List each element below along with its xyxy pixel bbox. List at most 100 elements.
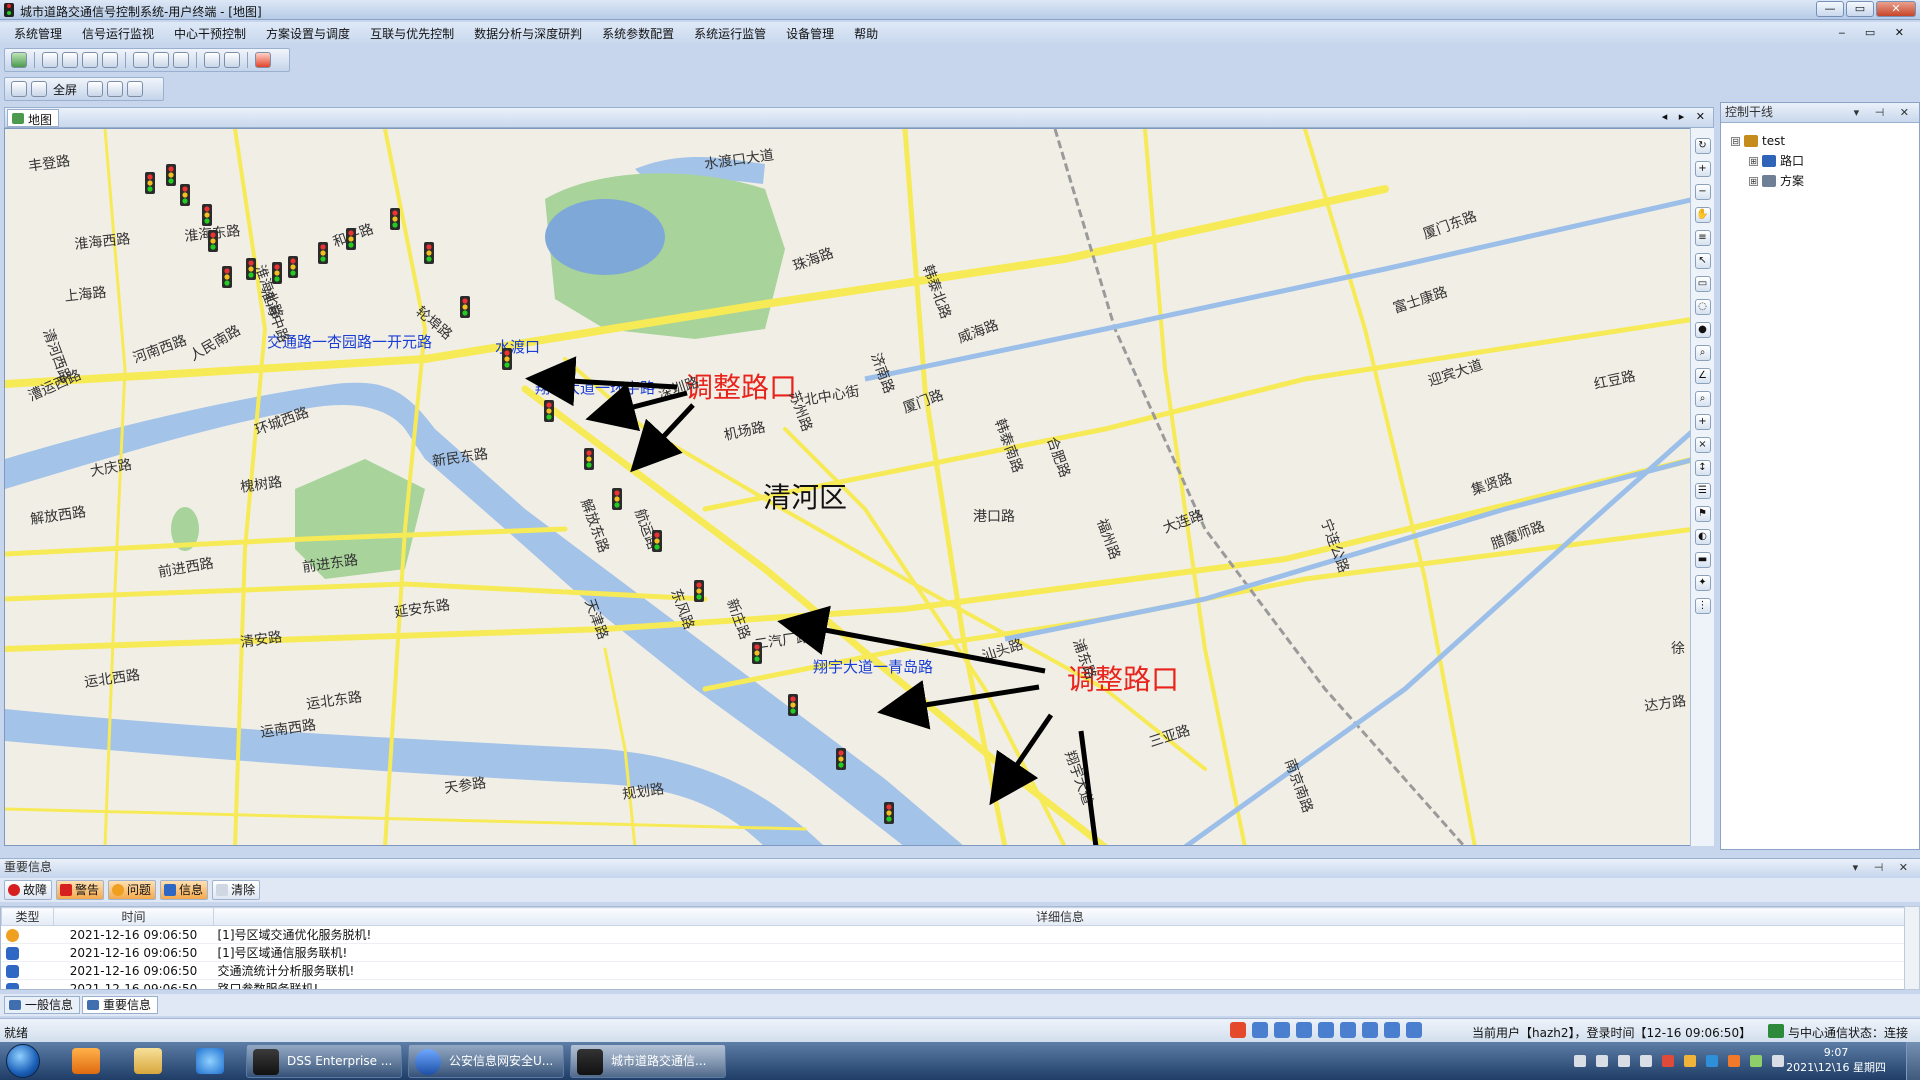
show-desktop-button[interactable] bbox=[1906, 1042, 1920, 1080]
expand-icon[interactable]: ⊞ bbox=[1749, 176, 1758, 186]
tile-icon[interactable] bbox=[87, 81, 104, 97]
traffic-signal-icon[interactable] bbox=[208, 230, 218, 252]
traffic-signal-icon[interactable] bbox=[246, 258, 256, 280]
filter-fault-button[interactable]: 故障 bbox=[4, 880, 53, 900]
monitor-icon[interactable] bbox=[224, 52, 240, 68]
menu-signal-monitor[interactable]: 信号运行监视 bbox=[80, 24, 156, 43]
traffic-light-tool-icon[interactable]: ⋮ bbox=[1694, 598, 1711, 614]
flag-icon[interactable]: ⚑ bbox=[1694, 506, 1711, 522]
menu-system-params[interactable]: 系统参数配置 bbox=[600, 24, 676, 43]
column-time[interactable]: 时间 bbox=[53, 907, 214, 926]
menu-data-analysis[interactable]: 数据分析与深度研判 bbox=[472, 24, 584, 43]
ime-chinese-icon[interactable] bbox=[1252, 1022, 1268, 1038]
intersection-label-qingdao[interactable]: 翔宇大道一青岛路 bbox=[813, 658, 933, 676]
clear-button[interactable]: 清除 bbox=[212, 880, 261, 900]
filter-info-button[interactable]: 信息 bbox=[160, 880, 209, 900]
compass-icon[interactable]: ✦ bbox=[1694, 575, 1711, 591]
tools-icon[interactable] bbox=[173, 52, 189, 68]
traffic-signal-icon[interactable] bbox=[166, 164, 176, 186]
traffic-signal-icon[interactable] bbox=[145, 172, 155, 194]
start-button[interactable] bbox=[6, 1044, 40, 1078]
traffic-signal-icon[interactable] bbox=[694, 580, 704, 602]
filter-problem-button[interactable]: 问题 bbox=[108, 880, 157, 900]
close-window-icon[interactable] bbox=[127, 81, 144, 97]
pan-hand-icon[interactable]: ✋ bbox=[1694, 207, 1711, 223]
column-detail[interactable]: 详细信息 bbox=[213, 907, 1907, 926]
intersection-label-jiaotong[interactable]: 交通路一杏园路一开元路 bbox=[267, 333, 432, 351]
select-area-icon[interactable]: ◌ bbox=[1694, 299, 1711, 315]
traffic-signal-icon[interactable] bbox=[346, 228, 356, 250]
tab-map[interactable]: 地图 bbox=[7, 109, 60, 127]
ime-skin-icon[interactable] bbox=[1384, 1022, 1400, 1038]
traffic-signal-icon[interactable] bbox=[460, 296, 470, 318]
signal-icon[interactable] bbox=[153, 52, 169, 68]
tray-sync-icon[interactable] bbox=[1728, 1055, 1740, 1067]
table-row[interactable]: 2021-12-16 09:06:50 [1]号区域交通优化服务脱机! bbox=[1, 925, 1907, 944]
settings-icon[interactable] bbox=[133, 52, 149, 68]
traffic-signal-icon[interactable] bbox=[288, 256, 298, 278]
measure-icon[interactable]: ∠ bbox=[1694, 368, 1711, 384]
tray-volume-icon[interactable] bbox=[1772, 1055, 1784, 1067]
tab-nav-icons[interactable]: ◂ ▸ ✕ bbox=[1662, 110, 1709, 123]
minimize-button[interactable]: — bbox=[1816, 1, 1844, 17]
tab-important-info[interactable]: 重要信息 bbox=[82, 996, 159, 1014]
mdi-controls[interactable]: ‒ ▭ ✕ bbox=[1838, 26, 1912, 39]
bar-icon[interactable]: ▬ bbox=[1694, 552, 1711, 568]
ime-voice-icon[interactable] bbox=[1318, 1022, 1334, 1038]
delete-signal-icon[interactable]: × bbox=[1694, 437, 1711, 453]
device-icon[interactable] bbox=[102, 52, 118, 68]
intersection-label-shuidukou[interactable]: 水渡口 bbox=[495, 338, 540, 356]
ime-toolbar[interactable] bbox=[1230, 1022, 1422, 1038]
explorer-folder-icon[interactable] bbox=[134, 1048, 162, 1074]
traffic-signal-icon[interactable] bbox=[502, 348, 512, 370]
city-map[interactable]: 清河区 调整路口 调整路口 交通路一杏园路一开元路 水渡口 翔宇大道一环宇路 翔… bbox=[4, 128, 1694, 846]
close-button[interactable]: ✕ bbox=[1876, 1, 1916, 17]
lock-icon[interactable] bbox=[11, 81, 27, 97]
table-scrollbar[interactable] bbox=[1904, 906, 1920, 990]
internet-explorer-icon[interactable] bbox=[196, 1048, 224, 1074]
traffic-signal-icon[interactable] bbox=[222, 266, 232, 288]
alert-icon[interactable] bbox=[255, 52, 271, 68]
ime-user-icon[interactable] bbox=[1362, 1022, 1378, 1038]
route-icon[interactable] bbox=[82, 52, 98, 68]
fullscreen-label[interactable]: 全屏 bbox=[53, 81, 77, 98]
layers-icon[interactable]: ≡ bbox=[1694, 230, 1711, 246]
ime-punct-icon[interactable] bbox=[1274, 1022, 1290, 1038]
direction-icon[interactable]: ↕ bbox=[1694, 460, 1711, 476]
menu-center-control[interactable]: 中心干预控制 bbox=[172, 24, 248, 43]
menu-system-management[interactable]: 系统管理 bbox=[12, 24, 64, 43]
tray-shield-icon[interactable] bbox=[1574, 1055, 1586, 1067]
menu-system-supervision[interactable]: 系统运行监管 bbox=[692, 24, 768, 43]
collapse-icon[interactable]: ⊟ bbox=[1731, 136, 1740, 146]
intersection-icon[interactable] bbox=[42, 52, 58, 68]
table-row[interactable]: 2021-12-16 09:06:50 交通流统计分析服务联机! bbox=[1, 961, 1907, 980]
tray-app-icon[interactable] bbox=[1684, 1055, 1696, 1067]
ime-keyboard-icon[interactable] bbox=[1340, 1022, 1356, 1038]
find-icon[interactable]: ⌕ bbox=[1694, 391, 1711, 407]
tray-cloud-icon[interactable] bbox=[1706, 1055, 1718, 1067]
tray-device-icon[interactable] bbox=[1618, 1055, 1630, 1067]
filter-warning-button[interactable]: 警告 bbox=[56, 880, 105, 900]
tray-wifi-icon[interactable] bbox=[1750, 1055, 1762, 1067]
taskbar-clock[interactable]: 9:07 2021\12\16 星期四 bbox=[1786, 1045, 1886, 1075]
tray-network-icon[interactable] bbox=[1596, 1055, 1608, 1067]
info-panel-controls[interactable]: ▾ ⊣ ✕ bbox=[1853, 859, 1914, 876]
sogou-ime-icon[interactable] bbox=[1230, 1022, 1246, 1038]
traffic-signal-icon[interactable] bbox=[202, 204, 212, 226]
traffic-signal-icon[interactable] bbox=[836, 748, 846, 770]
ime-tools-icon[interactable] bbox=[1406, 1022, 1422, 1038]
select-arrow-icon[interactable]: ↖ bbox=[1694, 253, 1711, 269]
refresh-icon[interactable]: ↻ bbox=[1694, 138, 1711, 154]
traffic-signal-icon[interactable] bbox=[544, 400, 554, 422]
tree-node-test[interactable]: ⊟ test bbox=[1731, 131, 1919, 151]
task-security-u[interactable]: 公安信息网安全U... bbox=[408, 1044, 564, 1078]
traffic-signal-icon[interactable] bbox=[752, 642, 762, 664]
traffic-signal-icon[interactable] bbox=[652, 530, 662, 552]
menu-help[interactable]: 帮助 bbox=[852, 24, 880, 43]
ime-emoji-icon[interactable] bbox=[1296, 1022, 1312, 1038]
table-row[interactable]: 2021-12-16 09:06:50 [1]号区域通信服务联机! bbox=[1, 943, 1907, 962]
menu-priority-control[interactable]: 互联与优先控制 bbox=[368, 24, 456, 43]
maximize-button[interactable]: ▭ bbox=[1846, 1, 1874, 17]
traffic-signal-icon[interactable] bbox=[884, 802, 894, 824]
traffic-signal-icon[interactable] bbox=[390, 208, 400, 230]
